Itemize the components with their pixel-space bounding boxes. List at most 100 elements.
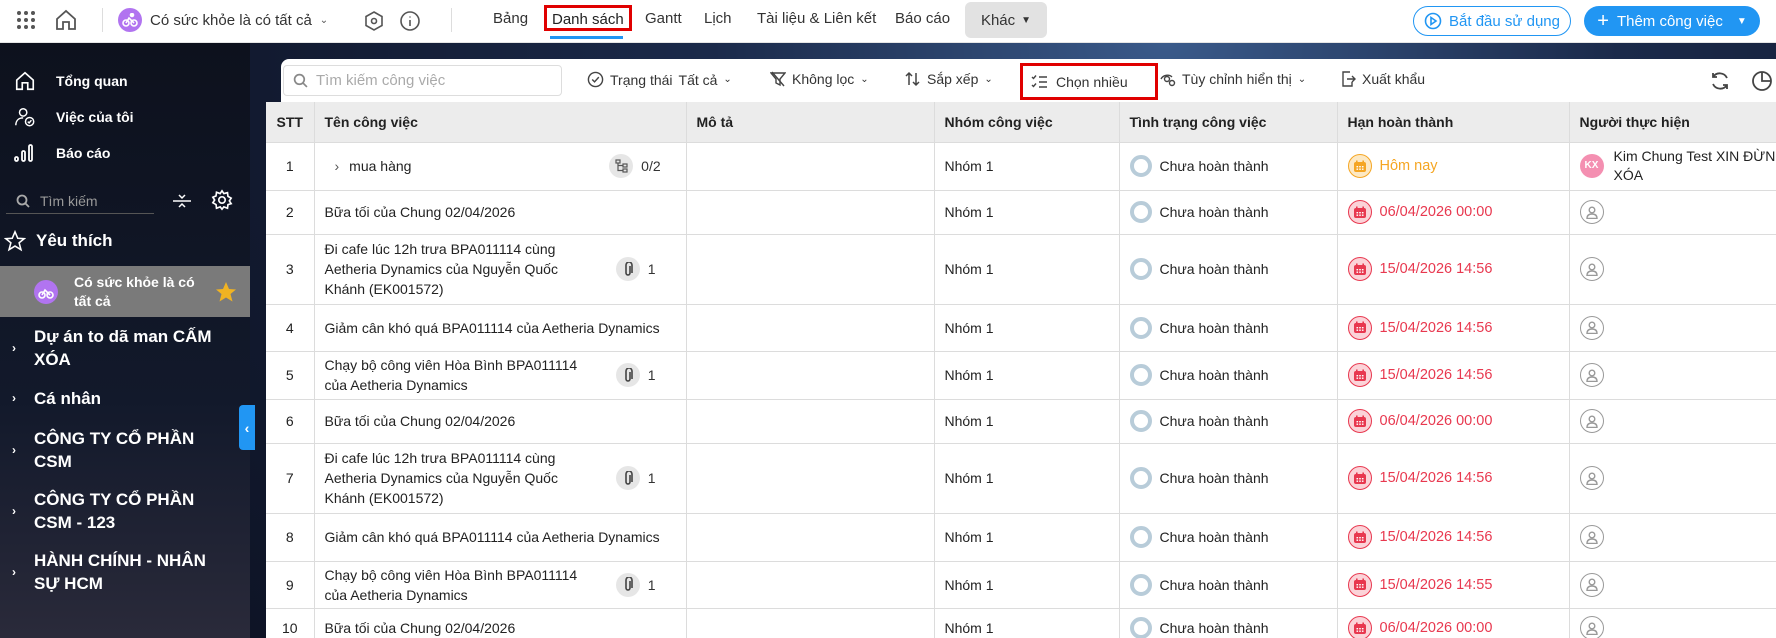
due-date-cell[interactable]: 15/04/2026 14:55 bbox=[1337, 561, 1570, 609]
group-cell[interactable]: Nhóm 1 bbox=[934, 351, 1120, 400]
group-cell[interactable]: Nhóm 1 bbox=[934, 513, 1120, 562]
status-cell[interactable]: Chưa hoàn thành bbox=[1119, 190, 1338, 235]
multi-select-button[interactable]: Chọn nhiều bbox=[1020, 63, 1158, 100]
task-name-cell[interactable]: Giảm cân khó quá BPA011114 của Aetheria … bbox=[314, 513, 687, 562]
description-cell[interactable] bbox=[686, 234, 935, 305]
attachment-count[interactable]: 1 bbox=[615, 466, 656, 490]
project-item[interactable]: › CÔNG TY CỔ PHẦN CSM - 123 bbox=[12, 488, 227, 534]
unassigned-user-icon[interactable] bbox=[1579, 257, 1604, 281]
table-row[interactable]: 9 Chạy bộ công viên Hòa Bình BPA011114 c… bbox=[266, 561, 1776, 609]
column-header-name[interactable]: Tên công việc bbox=[314, 102, 687, 143]
task-name[interactable]: mua hàng bbox=[349, 156, 609, 176]
assignee-cell[interactable] bbox=[1569, 399, 1776, 444]
unassigned-user-icon[interactable] bbox=[1579, 409, 1604, 433]
sort-button[interactable]: Sắp xếp ⌄ bbox=[905, 71, 993, 87]
status-cell[interactable]: Chưa hoàn thành bbox=[1119, 513, 1338, 562]
description-cell[interactable] bbox=[686, 142, 935, 191]
status-circle-icon[interactable] bbox=[1129, 155, 1152, 177]
collapse-sidebar-button[interactable]: ‹ bbox=[239, 405, 255, 450]
sidebar-search[interactable]: Tìm kiếm bbox=[6, 189, 154, 214]
assignee-cell[interactable] bbox=[1569, 190, 1776, 235]
due-date-cell[interactable]: 06/04/2026 00:00 bbox=[1337, 190, 1570, 235]
task-name-cell[interactable]: Bữa tối của Chung 02/04/2026 bbox=[314, 190, 687, 235]
unassigned-user-icon[interactable] bbox=[1579, 363, 1604, 387]
sidebar-item-viec-cua-toi[interactable]: Việc của tôi bbox=[14, 106, 134, 128]
group-cell[interactable]: Nhóm 1 bbox=[934, 561, 1120, 609]
assignee-cell[interactable] bbox=[1569, 304, 1776, 352]
description-cell[interactable] bbox=[686, 561, 935, 609]
status-circle-icon[interactable] bbox=[1129, 467, 1152, 489]
export-button[interactable]: Xuất khẩu bbox=[1341, 71, 1425, 87]
task-name-cell[interactable]: Chạy bộ công viên Hòa Bình BPA011114 của… bbox=[314, 561, 687, 609]
tab-danh-sach[interactable]: Danh sách bbox=[544, 5, 632, 31]
status-circle-icon[interactable] bbox=[1129, 410, 1152, 432]
assignee-cell[interactable] bbox=[1569, 351, 1776, 400]
table-row[interactable]: 6 Bữa tối của Chung 02/04/2026 Nhóm 1 Ch… bbox=[266, 399, 1776, 444]
task-name[interactable]: Chạy bộ công viên Hòa Bình BPA011114 của… bbox=[325, 565, 585, 605]
due-date-cell[interactable]: 15/04/2026 14:56 bbox=[1337, 443, 1570, 514]
status-circle-icon[interactable] bbox=[1129, 617, 1152, 638]
description-cell[interactable] bbox=[686, 399, 935, 444]
task-search-input[interactable]: Tìm kiếm công việc bbox=[283, 65, 562, 96]
status-circle-icon[interactable] bbox=[1129, 526, 1152, 548]
status-cell[interactable]: Chưa hoàn thành bbox=[1119, 234, 1338, 305]
tab-lich[interactable]: Lịch bbox=[704, 10, 732, 27]
status-circle-icon[interactable] bbox=[1129, 258, 1152, 280]
column-header-due[interactable]: Hạn hoàn thành bbox=[1337, 102, 1570, 143]
task-name[interactable]: Giảm cân khó quá BPA011114 của Aetheria … bbox=[325, 318, 665, 338]
status-cell[interactable]: Chưa hoàn thành bbox=[1119, 142, 1338, 191]
table-row[interactable]: 5 Chạy bộ công viên Hòa Bình BPA011114 c… bbox=[266, 351, 1776, 400]
column-header-status[interactable]: Tình trạng công việc bbox=[1119, 102, 1338, 143]
description-cell[interactable] bbox=[686, 608, 935, 638]
task-name[interactable]: Bữa tối của Chung 02/04/2026 bbox=[325, 411, 665, 431]
star-filled-icon[interactable] bbox=[214, 280, 238, 304]
due-date-cell[interactable]: 06/04/2026 00:00 bbox=[1337, 399, 1570, 444]
gear-icon[interactable] bbox=[211, 189, 233, 211]
task-name[interactable]: Chạy bộ công viên Hòa Bình BPA011114 của… bbox=[325, 355, 585, 395]
due-date-cell[interactable]: 15/04/2026 14:56 bbox=[1337, 304, 1570, 352]
due-date-cell[interactable]: 15/04/2026 14:56 bbox=[1337, 351, 1570, 400]
project-item[interactable]: › CÔNG TY CỔ PHẦN CSM bbox=[12, 427, 227, 473]
task-name-cell[interactable]: Đi cafe lúc 12h trưa BPA011114 cùng Aeth… bbox=[314, 443, 687, 514]
status-circle-icon[interactable] bbox=[1129, 316, 1152, 339]
attachment-count[interactable]: 1 bbox=[615, 572, 656, 597]
sidebar-item-bao-cao[interactable]: Báo cáo bbox=[14, 143, 110, 163]
unassigned-user-icon[interactable] bbox=[1579, 200, 1604, 224]
assignee-cell[interactable] bbox=[1569, 234, 1776, 305]
table-row[interactable]: 7 Đi cafe lúc 12h trưa BPA011114 cùng Ae… bbox=[266, 443, 1776, 514]
task-name-cell[interactable]: Chạy bộ công viên Hòa Bình BPA011114 của… bbox=[314, 351, 687, 400]
home-icon[interactable] bbox=[54, 8, 78, 32]
group-cell[interactable]: Nhóm 1 bbox=[934, 234, 1120, 305]
due-date-cell[interactable]: 15/04/2026 14:56 bbox=[1337, 513, 1570, 562]
unassigned-user-icon[interactable] bbox=[1579, 616, 1604, 638]
assignee-cell[interactable] bbox=[1569, 513, 1776, 562]
task-name-cell[interactable]: Bữa tối của Chung 02/04/2026 bbox=[314, 608, 687, 638]
tab-bang[interactable]: Bảng bbox=[493, 10, 528, 27]
status-circle-icon[interactable] bbox=[1129, 573, 1152, 596]
pie-chart-icon[interactable] bbox=[1751, 70, 1773, 92]
description-cell[interactable] bbox=[686, 351, 935, 400]
refresh-icon[interactable] bbox=[1709, 70, 1731, 92]
table-row[interactable]: 8 Giảm cân khó quá BPA011114 của Aetheri… bbox=[266, 513, 1776, 562]
assignee-cell[interactable]: KX Kim Chung Test XIN ĐỪNG XÓA bbox=[1569, 142, 1776, 191]
settings-hex-icon[interactable] bbox=[363, 10, 385, 32]
status-cell[interactable]: Chưa hoàn thành bbox=[1119, 443, 1338, 514]
group-cell[interactable]: Nhóm 1 bbox=[934, 304, 1120, 352]
chevron-down-icon[interactable]: ▼ bbox=[1737, 16, 1747, 27]
apps-grid-icon[interactable] bbox=[16, 10, 36, 30]
task-name[interactable]: Bữa tối của Chung 02/04/2026 bbox=[325, 202, 665, 222]
filter-button[interactable]: Không lọc ⌄ bbox=[770, 71, 869, 87]
subtask-count[interactable]: 0/2 bbox=[609, 154, 661, 178]
description-cell[interactable] bbox=[686, 190, 935, 235]
more-tabs-button[interactable]: Khác ▼ bbox=[965, 2, 1047, 38]
customize-view-button[interactable]: Tùy chỉnh hiển thị ⌄ bbox=[1160, 71, 1306, 87]
group-cell[interactable]: Nhóm 1 bbox=[934, 399, 1120, 444]
status-cell[interactable]: Chưa hoàn thành bbox=[1119, 304, 1338, 352]
group-cell[interactable]: Nhóm 1 bbox=[934, 608, 1120, 638]
assignee-cell[interactable] bbox=[1569, 443, 1776, 514]
table-row[interactable]: 3 Đi cafe lúc 12h trưa BPA011114 cùng Ae… bbox=[266, 234, 1776, 305]
attachment-count[interactable]: 1 bbox=[615, 363, 656, 387]
sidebar-item-tong-quan[interactable]: Tổng quan bbox=[14, 70, 128, 92]
status-cell[interactable]: Chưa hoàn thành bbox=[1119, 351, 1338, 400]
attachment-count[interactable]: 1 bbox=[615, 257, 656, 281]
